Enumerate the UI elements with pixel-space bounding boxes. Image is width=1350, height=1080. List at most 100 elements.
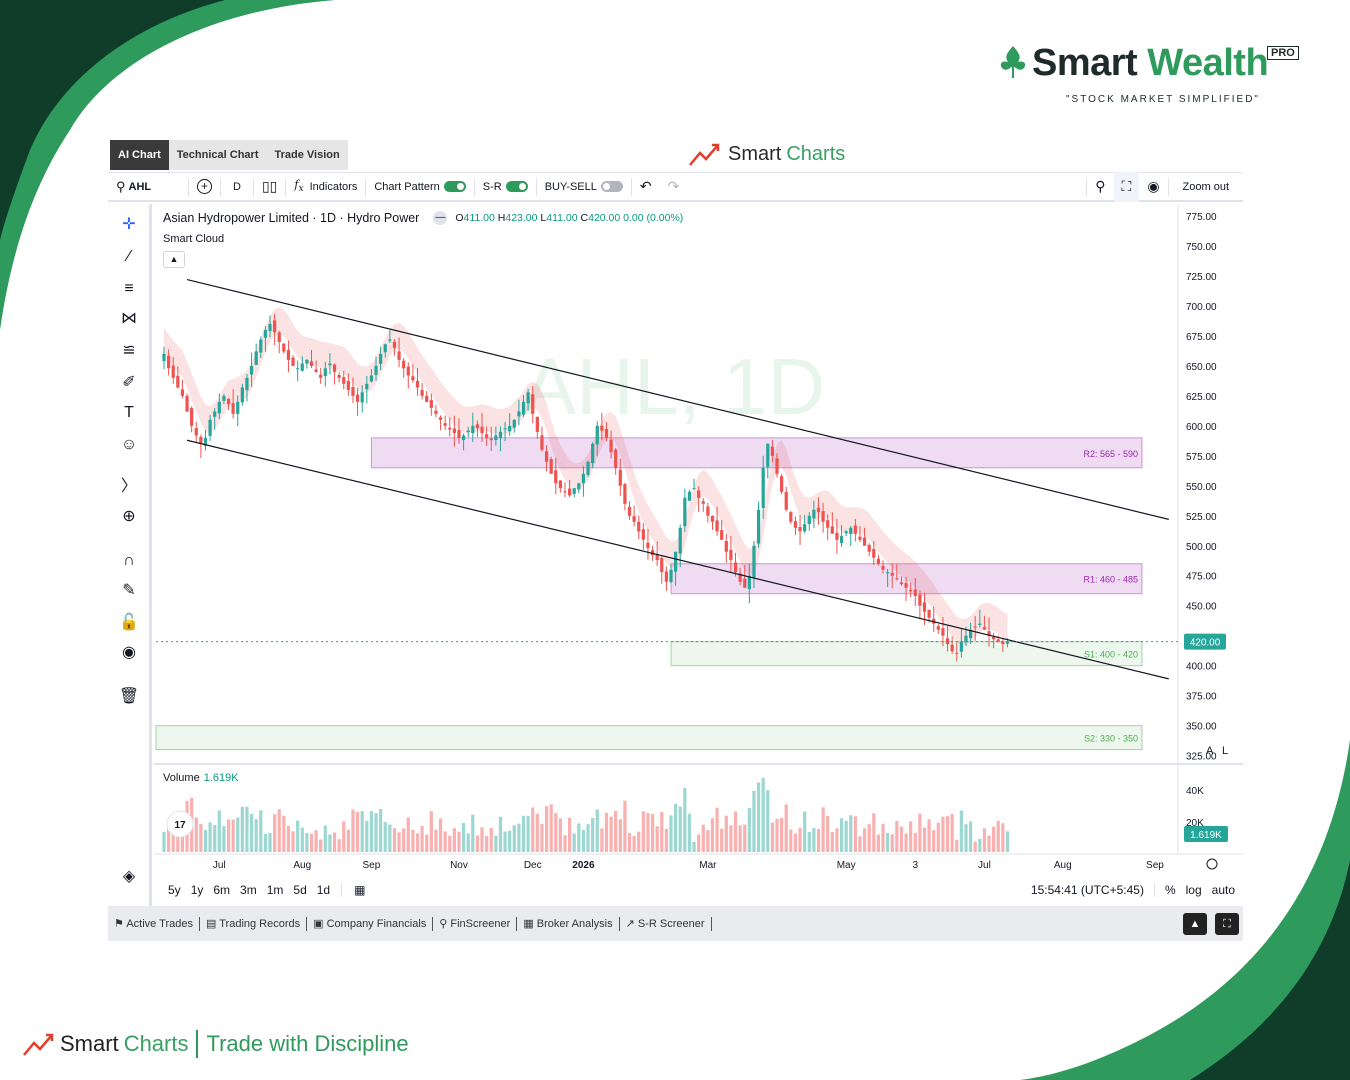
- compare-button[interactable]: +: [189, 172, 220, 202]
- tv-logo-text: 17: [174, 820, 186, 831]
- tab-trade-vision[interactable]: Trade Vision: [267, 140, 348, 170]
- footer-sr-screener[interactable]: ↗ S-R Screener: [620, 916, 712, 931]
- range-5d[interactable]: 5d: [288, 883, 311, 897]
- volume-bar: [973, 841, 977, 852]
- auto-toggle[interactable]: auto: [1207, 883, 1243, 897]
- volume-bar: [821, 807, 825, 852]
- candle-body: [687, 491, 692, 501]
- footer-finscreener[interactable]: ⚲ FinScreener: [433, 916, 518, 931]
- candle-body: [443, 423, 447, 426]
- collapse-legend-button[interactable]: ▲: [163, 251, 185, 268]
- brand-name-part1: Smart: [1032, 42, 1138, 84]
- candle-body: [162, 353, 166, 362]
- footer-trading-records[interactable]: ▤ Trading Records: [200, 916, 308, 931]
- volume-bar: [899, 826, 904, 852]
- text-icon[interactable]: T: [118, 402, 140, 424]
- unlock-icon[interactable]: 🔓: [118, 612, 140, 634]
- ai-search-button[interactable]: ⚲: [1087, 172, 1113, 202]
- trend-line-icon[interactable]: ∕: [118, 246, 140, 268]
- trash-icon[interactable]: 🗑: [118, 686, 140, 708]
- buysell-toggle[interactable]: BUY-SELL: [537, 172, 631, 202]
- candle-body: [485, 434, 489, 438]
- expand-up-button[interactable]: ▲: [1183, 913, 1207, 935]
- volume-bar: [567, 817, 572, 852]
- crosshair-icon[interactable]: ✛: [118, 214, 140, 236]
- hide-legend-icon[interactable]: —: [433, 211, 448, 225]
- indicators-label: Indicators: [309, 180, 358, 193]
- range-1m[interactable]: 1m: [262, 883, 289, 897]
- candle-body: [438, 417, 443, 420]
- interval-button[interactable]: D: [221, 172, 253, 202]
- volume-bar: [581, 830, 586, 852]
- candle-body: [309, 361, 314, 366]
- candle-body: [812, 509, 816, 519]
- candle-body: [614, 449, 618, 468]
- candle-body: [291, 357, 295, 366]
- ruler-icon[interactable]: 〉: [118, 476, 140, 498]
- tab-technical-chart[interactable]: Technical Chart: [169, 140, 267, 170]
- range-1y[interactable]: 1y: [186, 883, 209, 897]
- candle-body: [697, 490, 701, 498]
- eye-icon[interactable]: ◉: [118, 642, 140, 664]
- zoom-out-button[interactable]: Zoom out: [1169, 172, 1243, 202]
- sr-toggle[interactable]: S-R: [475, 172, 536, 202]
- candle-body: [646, 542, 650, 549]
- volume-bar: [291, 831, 295, 852]
- lock-drawing-icon[interactable]: ✎: [118, 580, 140, 602]
- pattern-icon[interactable]: ⋈: [118, 308, 140, 330]
- range-5y[interactable]: 5y: [154, 883, 186, 897]
- brush-icon[interactable]: ✐: [118, 372, 140, 394]
- range-6m[interactable]: 6m: [208, 883, 235, 897]
- symbol-search[interactable]: ⚲ AHL: [108, 172, 188, 202]
- footer-company-financials[interactable]: ▣ Company Financials: [307, 916, 434, 931]
- undo-button[interactable]: ↶: [632, 172, 660, 202]
- chart-type-button[interactable]: ▯▯: [254, 172, 285, 202]
- footer-brand: Smart Charts Trade with Discipline: [22, 1026, 409, 1062]
- screenshot-button[interactable]: ◉: [1139, 172, 1167, 202]
- candle-body: [489, 438, 493, 441]
- zoom-in-icon[interactable]: ⊕: [118, 506, 140, 528]
- footer-active-trades[interactable]: ⚑ Active Trades: [108, 916, 200, 931]
- candle-body: [517, 411, 521, 417]
- emoji-icon[interactable]: ☺: [118, 434, 140, 456]
- candle-body: [890, 572, 894, 576]
- toggle-switch-on: [443, 181, 466, 192]
- x-tick-label: Dec: [524, 860, 542, 871]
- volume-bar: [388, 824, 392, 852]
- ohlc-values: O411.00 H423.00 L411.00 C420.00 0.00 (0.…: [455, 212, 683, 224]
- x-tick-label: 2026: [572, 860, 595, 871]
- candle-body: [775, 458, 779, 474]
- candle-body: [457, 429, 461, 438]
- fullscreen-footer-button[interactable]: ⛶: [1215, 913, 1239, 935]
- horizontal-lines-icon[interactable]: ≡: [118, 278, 140, 300]
- tab-ai-chart[interactable]: AI Chart: [110, 140, 169, 170]
- range-1d[interactable]: 1d: [312, 883, 335, 897]
- sr-label: S-R: [482, 180, 502, 193]
- layers-icon[interactable]: ◈: [118, 866, 140, 888]
- percent-toggle[interactable]: %: [1153, 883, 1181, 897]
- date-range-icon[interactable]: ▦: [341, 883, 370, 897]
- volume-bar: [208, 822, 212, 852]
- footer-broker-analysis[interactable]: ▦ Broker Analysis: [517, 916, 620, 931]
- candle-body: [526, 392, 530, 404]
- candle-body: [213, 411, 217, 417]
- candle-body: [743, 578, 747, 588]
- volume-bar: [697, 834, 701, 852]
- brand-name: Smart Wealth: [1032, 42, 1269, 85]
- indicators-button[interactable]: fx Indicators: [286, 172, 365, 202]
- volume-bar: [217, 810, 221, 852]
- log-toggle[interactable]: log: [1181, 883, 1207, 897]
- candle-body: [535, 416, 539, 432]
- volume-bar: [383, 821, 387, 852]
- candle-body: [770, 446, 775, 456]
- fullscreen-button[interactable]: ⛶: [1113, 171, 1140, 202]
- chart-area[interactable]: AHL, 1D R2: 565 - 590 R1: 460 - 485 S1: 400…: [154, 204, 1243, 906]
- range-3m[interactable]: 3m: [235, 883, 262, 897]
- candle-body: [420, 389, 424, 396]
- magnet-icon[interactable]: ∩: [118, 550, 140, 572]
- redo-button[interactable]: ↷: [660, 172, 688, 202]
- fib-icon[interactable]: ≌: [118, 340, 140, 362]
- volume-bar: [563, 835, 567, 852]
- zone-support: [155, 725, 1143, 751]
- chart-pattern-toggle[interactable]: Chart Pattern: [366, 172, 473, 202]
